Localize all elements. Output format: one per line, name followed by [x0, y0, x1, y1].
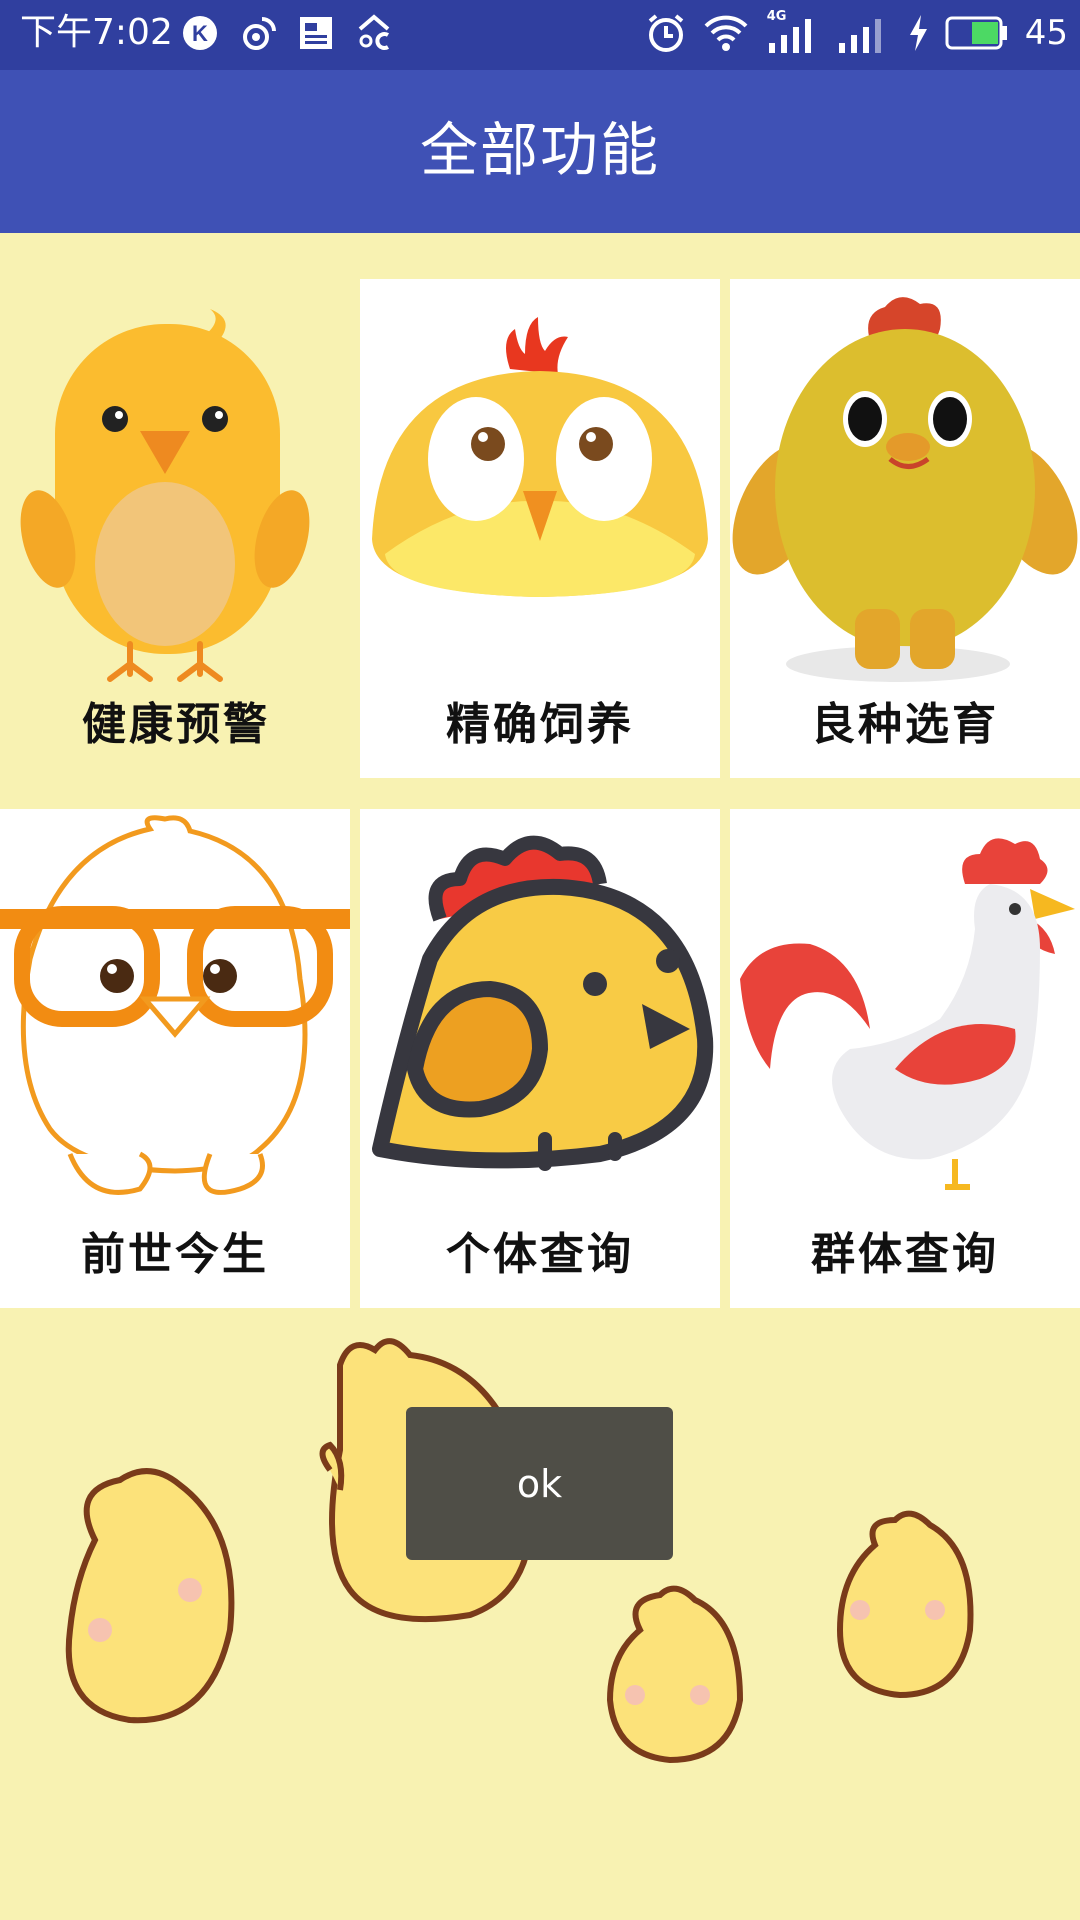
tile-history[interactable]: 前世今生 — [0, 809, 350, 1308]
tile-precise-feeding[interactable]: 精确饲养 — [360, 279, 720, 778]
orange-chick-icon — [20, 309, 310, 682]
toast-message: ok — [406, 1407, 673, 1560]
status-bar: 下午7:02 K 4G 45 — [0, 0, 1080, 70]
charging-icon — [909, 15, 927, 51]
signal-icon — [838, 19, 881, 53]
app-bar: 全部功能 — [0, 70, 1080, 233]
battery-icon — [945, 16, 1007, 50]
tile-label: 前世今生 — [81, 1229, 269, 1280]
toast-text: ok — [516, 1461, 563, 1506]
outlined-chick-icon — [372, 835, 714, 1171]
rooster-icon — [740, 838, 1075, 1190]
tile-individual-query[interactable]: 个体查询 — [360, 809, 720, 1308]
tile-label: 个体查询 — [446, 1229, 634, 1280]
green-chick-icon — [732, 297, 1078, 682]
glasses-chick-icon — [0, 815, 350, 1195]
svg-text:K: K — [192, 21, 208, 46]
tile-health-warning[interactable]: 健康预警 — [0, 279, 352, 778]
tile-label: 群体查询 — [811, 1229, 999, 1280]
weather-icon — [358, 14, 390, 50]
signal-4g-icon: 4G — [765, 9, 821, 53]
left-chick — [65, 1468, 235, 1724]
alarm-icon — [648, 14, 684, 52]
news-icon — [300, 17, 332, 49]
tile-label: 精确饲养 — [446, 699, 634, 750]
middle-chick — [606, 1585, 744, 1764]
tile-breeding-selection[interactable]: 良种选育 — [730, 279, 1080, 778]
k-app-icon: K — [183, 16, 217, 50]
battery-level: 45 — [1024, 13, 1068, 53]
chicks-illustration — [65, 1338, 974, 1764]
tile-group-query[interactable]: 群体查询 — [730, 809, 1080, 1308]
weibo-icon — [243, 17, 276, 50]
system-icons: 4G 45 — [645, 9, 1068, 56]
notification-icons: K — [180, 10, 394, 56]
tile-label: 健康预警 — [82, 699, 270, 750]
page-title: 全部功能 — [419, 116, 660, 184]
tile-label: 良种选育 — [811, 699, 999, 750]
right-chick — [836, 1510, 974, 1699]
status-time: 下午7:02 — [20, 12, 173, 53]
wifi-icon — [704, 15, 748, 51]
round-chick-icon — [372, 317, 708, 597]
